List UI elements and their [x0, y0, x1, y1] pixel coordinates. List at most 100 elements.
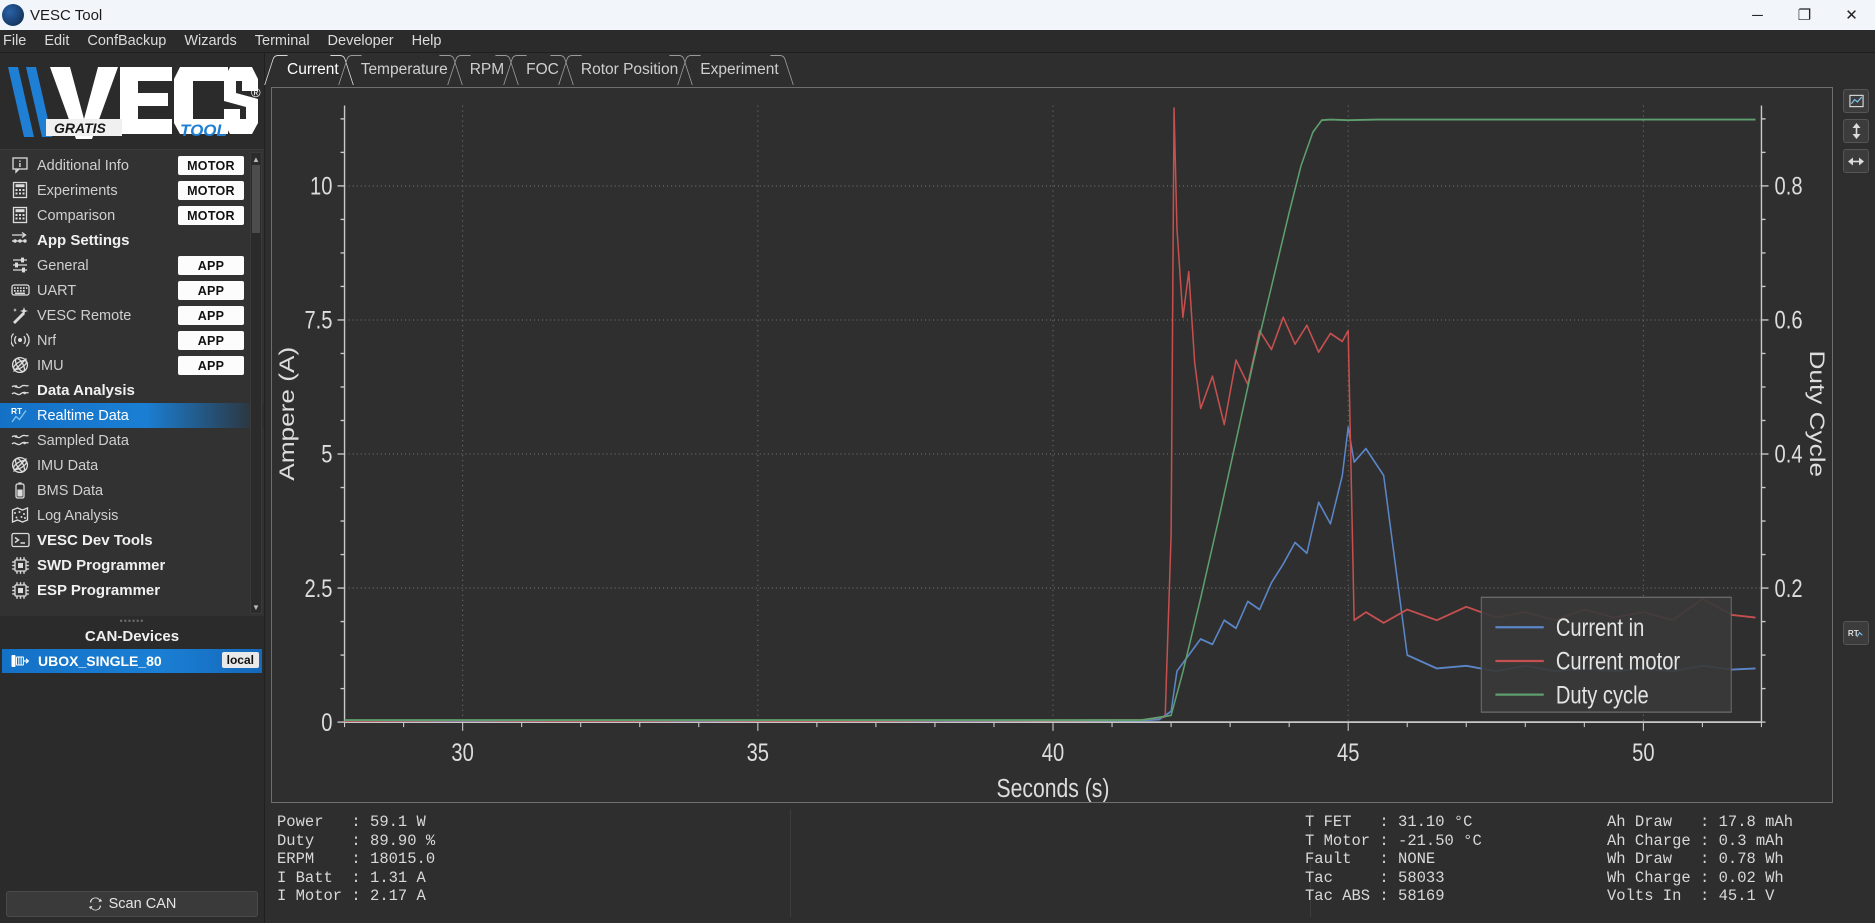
svg-text:RT: RT	[11, 406, 23, 416]
sidebar-item-badge: APP	[178, 256, 244, 275]
rt-chart-icon: RT	[11, 406, 27, 423]
tab-current[interactable]: Current	[264, 55, 354, 85]
sliders-arrow-icon	[11, 231, 27, 243]
axis-tick-label: 40	[1042, 738, 1064, 767]
sidebar-splitter-handle[interactable]: ••••••	[0, 616, 264, 626]
sidebar-item-label: Sampled Data	[37, 432, 129, 449]
status-key: I Motor	[277, 887, 343, 905]
chart-window-icon[interactable]	[1843, 89, 1869, 113]
sidebar-item-uart[interactable]: UART APP	[0, 278, 264, 303]
tab-experiment[interactable]: Experiment	[677, 55, 794, 85]
close-button[interactable]: ✕	[1828, 0, 1875, 30]
axis-tick-label: 5	[321, 440, 332, 469]
keyboard-icon	[10, 284, 30, 296]
tab-rotor-position[interactable]: Rotor Position	[558, 55, 694, 85]
chip-icon	[8, 582, 32, 600]
sidebar-item-data-analysis[interactable]: Data Analysis	[0, 378, 264, 403]
sidebar-item-label: ESP Programmer	[37, 582, 161, 599]
info-bubble-icon	[8, 157, 32, 175]
status-row: Tac ABS : 58169	[1305, 887, 1445, 906]
battery-icon	[8, 482, 32, 500]
sidebar-item-swd-programmer[interactable]: SWD Programmer	[0, 553, 264, 578]
scroll-up-arrow-icon[interactable]: ▲	[251, 153, 261, 165]
sidebar-item-general[interactable]: General APP	[0, 253, 264, 278]
keyboard-icon	[8, 282, 32, 300]
menu-help[interactable]: Help	[403, 31, 451, 51]
title-bar: VESC Tool ─ ❐ ✕	[0, 0, 1875, 30]
legend-label: Duty cycle	[1556, 680, 1649, 709]
axis-tick-label: 35	[747, 738, 769, 767]
sidebar-item-vesc-dev-tools[interactable]: VESC Dev Tools	[0, 528, 264, 553]
map-icon	[11, 507, 28, 523]
sidebar-item-additional-info[interactable]: Additional Info MOTOR	[0, 153, 264, 178]
sidebar-item-bms-data[interactable]: BMS Data	[0, 478, 264, 503]
tab-label: Temperature	[360, 61, 448, 78]
status-separator: :	[1690, 868, 1719, 887]
tab-temperature[interactable]: Temperature	[337, 55, 463, 85]
status-row: Fault : NONE	[1305, 850, 1435, 869]
status-separator: :	[342, 813, 371, 831]
sidebar-item-realtime-data[interactable]: RT Realtime Data	[0, 403, 264, 428]
window-controls: ─ ❐ ✕	[1734, 0, 1875, 30]
can-list-empty-area	[0, 673, 264, 887]
waves-icon	[8, 432, 32, 450]
menu-edit[interactable]: Edit	[35, 31, 78, 51]
sidebar-item-label: BMS Data	[37, 482, 104, 499]
sidebar-item-app-settings[interactable]: App Settings	[0, 228, 264, 253]
status-column-energy: Ah Draw : 17.8 mAh Ah Charge : 0.3 mAh Wh …	[1311, 809, 1871, 917]
scan-can-button[interactable]: Scan CAN	[6, 891, 258, 917]
scrollbar-thumb[interactable]	[252, 165, 260, 233]
status-row: Duty : 89.90 %	[277, 832, 790, 851]
minimize-button[interactable]: ─	[1734, 0, 1781, 30]
status-row: T Motor : -21.50 °C	[1305, 832, 1482, 851]
sliders-arrow-icon	[8, 231, 32, 250]
axis-tick-label: 0	[321, 708, 332, 737]
tab-label: Rotor Position	[580, 61, 679, 78]
sidebar-item-label: UART	[37, 282, 77, 299]
maximize-button[interactable]: ❐	[1781, 0, 1828, 30]
sidebar-item-label: Data Analysis	[37, 382, 135, 399]
status-value: 59.1 W	[370, 813, 426, 831]
sidebar-item-label: Nrf	[37, 332, 57, 349]
menu-file[interactable]: File	[0, 31, 35, 51]
sidebar-item-esp-programmer[interactable]: ESP Programmer	[0, 578, 264, 603]
vesc-logo-icon	[2, 4, 24, 26]
horizontal-zoom-icon[interactable]	[1843, 149, 1869, 173]
realtime-plot[interactable]: 0 2.5 5 7.5 10 0.2 0.4 0.6 0.8 30 35 40 45 50 Seconds …	[271, 87, 1833, 804]
scroll-down-arrow-icon[interactable]: ▼	[251, 601, 261, 613]
chip-icon	[11, 557, 29, 574]
sidebar-item-sampled-data[interactable]: Sampled Data	[0, 428, 264, 453]
sidebar-item-badge: MOTOR	[178, 156, 244, 175]
status-key: Ah Draw	[1607, 813, 1691, 831]
sidebar-item-vesc-remote[interactable]: VESC Remote APP	[0, 303, 264, 328]
axis-tick-label: 0.6	[1775, 306, 1803, 335]
can-device-list: UBOX_SINGLE_80 local	[0, 649, 264, 673]
terminal-icon	[8, 532, 32, 550]
sidebar-item-experiments[interactable]: Experiments MOTOR	[0, 178, 264, 203]
sidebar-item-comparison[interactable]: Comparison MOTOR	[0, 203, 264, 228]
sliders-icon	[8, 257, 32, 275]
menu-developer[interactable]: Developer	[319, 31, 403, 51]
can-device-item[interactable]: UBOX_SINGLE_80 local	[2, 649, 262, 673]
axis-tick-label: 50	[1632, 738, 1654, 767]
waves-icon	[11, 384, 29, 396]
x-axis-label: Seconds (s)	[997, 774, 1110, 802]
sidebar-item-label: Comparison	[37, 207, 116, 224]
sidebar-item-imu[interactable]: IMU APP	[0, 353, 264, 378]
sidebar-item-label: VESC Remote	[37, 307, 132, 324]
vertical-zoom-icon[interactable]	[1843, 119, 1869, 143]
menu-terminal[interactable]: Terminal	[246, 31, 319, 51]
wireless-icon	[8, 332, 32, 350]
sidebar-item-imu-data[interactable]: IMU Data	[0, 453, 264, 478]
menu-wizards[interactable]: Wizards	[175, 31, 245, 51]
axis-tick-label: 0.8	[1775, 172, 1803, 201]
sidebar-item-nrf[interactable]: Nrf APP	[0, 328, 264, 353]
registered-mark: ®	[251, 85, 261, 100]
sidebar-item-label: Log Analysis	[37, 507, 119, 524]
realtime-toggle-icon[interactable]: RT	[1843, 621, 1869, 645]
gyro-icon	[11, 356, 28, 374]
menu-confbackup[interactable]: ConfBackup	[78, 31, 175, 51]
sidebar-scrollbar[interactable]: ▲ ▼	[250, 152, 262, 614]
status-key: Ah Charge	[1607, 831, 1691, 850]
sidebar-item-log-analysis[interactable]: Log Analysis	[0, 503, 264, 528]
